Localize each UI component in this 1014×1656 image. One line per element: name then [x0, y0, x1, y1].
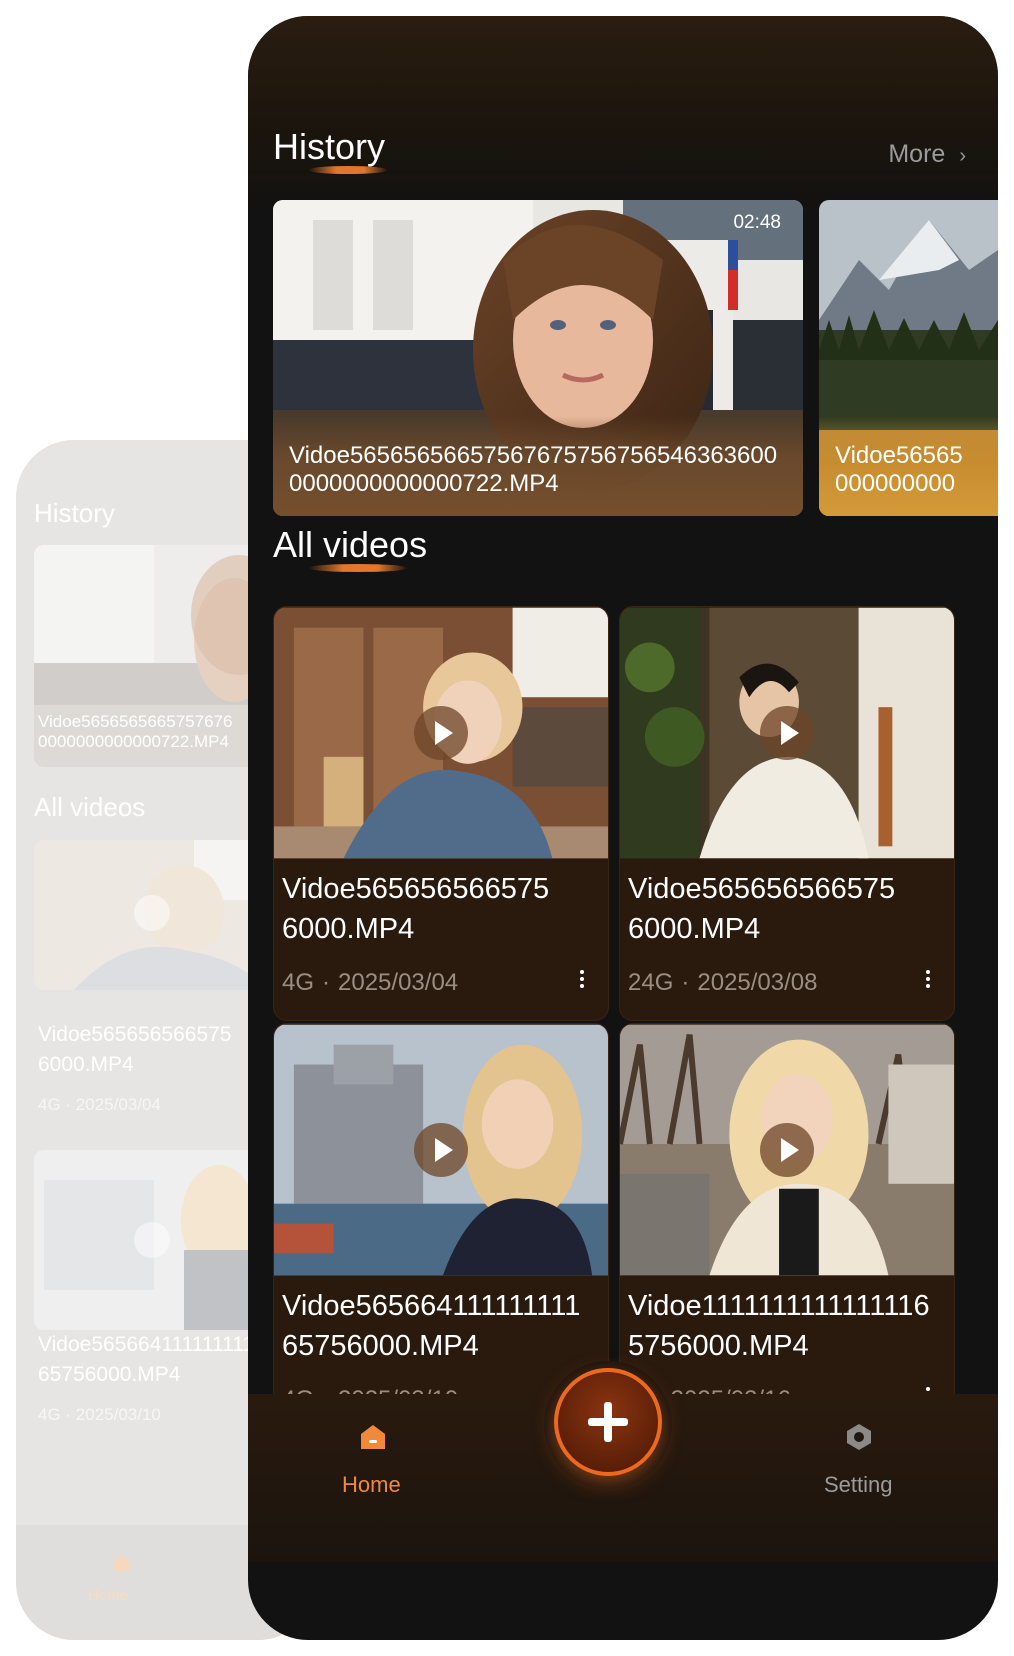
bg-all-videos-title: All videos — [34, 792, 146, 822]
bg-video-name-2: Vidoe565664111111111 65756000.MP4 — [38, 1333, 255, 1386]
bg-history-name: Vidoe5656565665757676 0000000000000722.M… — [38, 712, 233, 751]
bg-video-meta-1: 4G · 2025/03/04 — [38, 1095, 161, 1114]
bg-home-label: Home — [88, 1587, 129, 1604]
play-icon[interactable] — [414, 1123, 468, 1177]
video-size: 4G — [282, 969, 315, 996]
bg-video-meta-2: 4G · 2025/03/10 — [38, 1405, 161, 1424]
history-video-name: Vidoe56565656657567675756756546363600 00… — [289, 442, 778, 497]
history-card[interactable]: Vidoe56565 000000000 — [819, 200, 998, 516]
bg-video-name-1: Vidoe565656566575 6000.MP4 — [38, 1023, 232, 1076]
play-icon[interactable] — [760, 1123, 814, 1177]
video-date: 2025/03/08 — [697, 969, 818, 996]
video-name: Vidoe1111111111111116 5756000.MP4 — [628, 1290, 930, 1362]
video-duration: 02:48 — [733, 212, 781, 233]
nav-setting-label[interactable]: Setting — [824, 1472, 893, 1498]
bg-play-icon — [134, 895, 170, 931]
history-card[interactable]: 02:48 Vidoe56565656657567675756756546363… — [273, 200, 803, 516]
video-card[interactable]: Vidoe1111111111111116 5756000.MP4 G·2025… — [619, 1023, 955, 1438]
video-meta: 24G · 2025/03/08 — [628, 969, 818, 996]
video-card[interactable]: Vidoe565656566575 6000.MP4 24G · 2025/03/0… — [619, 606, 955, 1021]
video-card[interactable]: Vidoe565664111111111 65756000.MP4 4G·202… — [273, 1023, 609, 1438]
video-date: 2025/03/04 — [338, 969, 459, 996]
home-icon[interactable] — [358, 1422, 388, 1452]
video-card[interactable]: Vidoe565656566575 6000.MP4 4G · 2025/03/04 — [273, 606, 609, 1021]
play-icon[interactable] — [414, 706, 468, 760]
more-link[interactable]: More › — [888, 140, 966, 169]
video-size: 24G — [628, 969, 674, 996]
more-options-icon[interactable] — [924, 967, 932, 993]
play-icon[interactable] — [760, 706, 814, 760]
video-name: Vidoe565656566575 6000.MP4 — [628, 873, 896, 945]
main-screen: History More › 02:48 Vidoe56565656657567… — [248, 16, 998, 1640]
bg-play-icon — [134, 1222, 170, 1258]
history-title: History — [273, 126, 386, 167]
bg-home-icon — [113, 1555, 129, 1571]
nav-home-label[interactable]: Home — [342, 1472, 401, 1498]
video-name: Vidoe565656566575 6000.MP4 — [282, 873, 550, 945]
gear-icon[interactable] — [844, 1422, 874, 1452]
all-videos-title: All videos — [273, 524, 428, 565]
more-options-icon[interactable] — [578, 967, 586, 993]
bg-video-thumbnail-2 — [34, 1150, 264, 1330]
more-label: More — [888, 140, 946, 168]
chevron-right-icon: › — [959, 145, 966, 167]
bg-history-title: History — [34, 498, 115, 528]
video-name: Vidoe565664111111111 65756000.MP4 — [282, 1290, 581, 1362]
history-video-name: Vidoe56565 000000000 — [835, 442, 963, 497]
video-meta: 4G · 2025/03/04 — [282, 969, 459, 996]
add-button[interactable] — [554, 1368, 662, 1476]
